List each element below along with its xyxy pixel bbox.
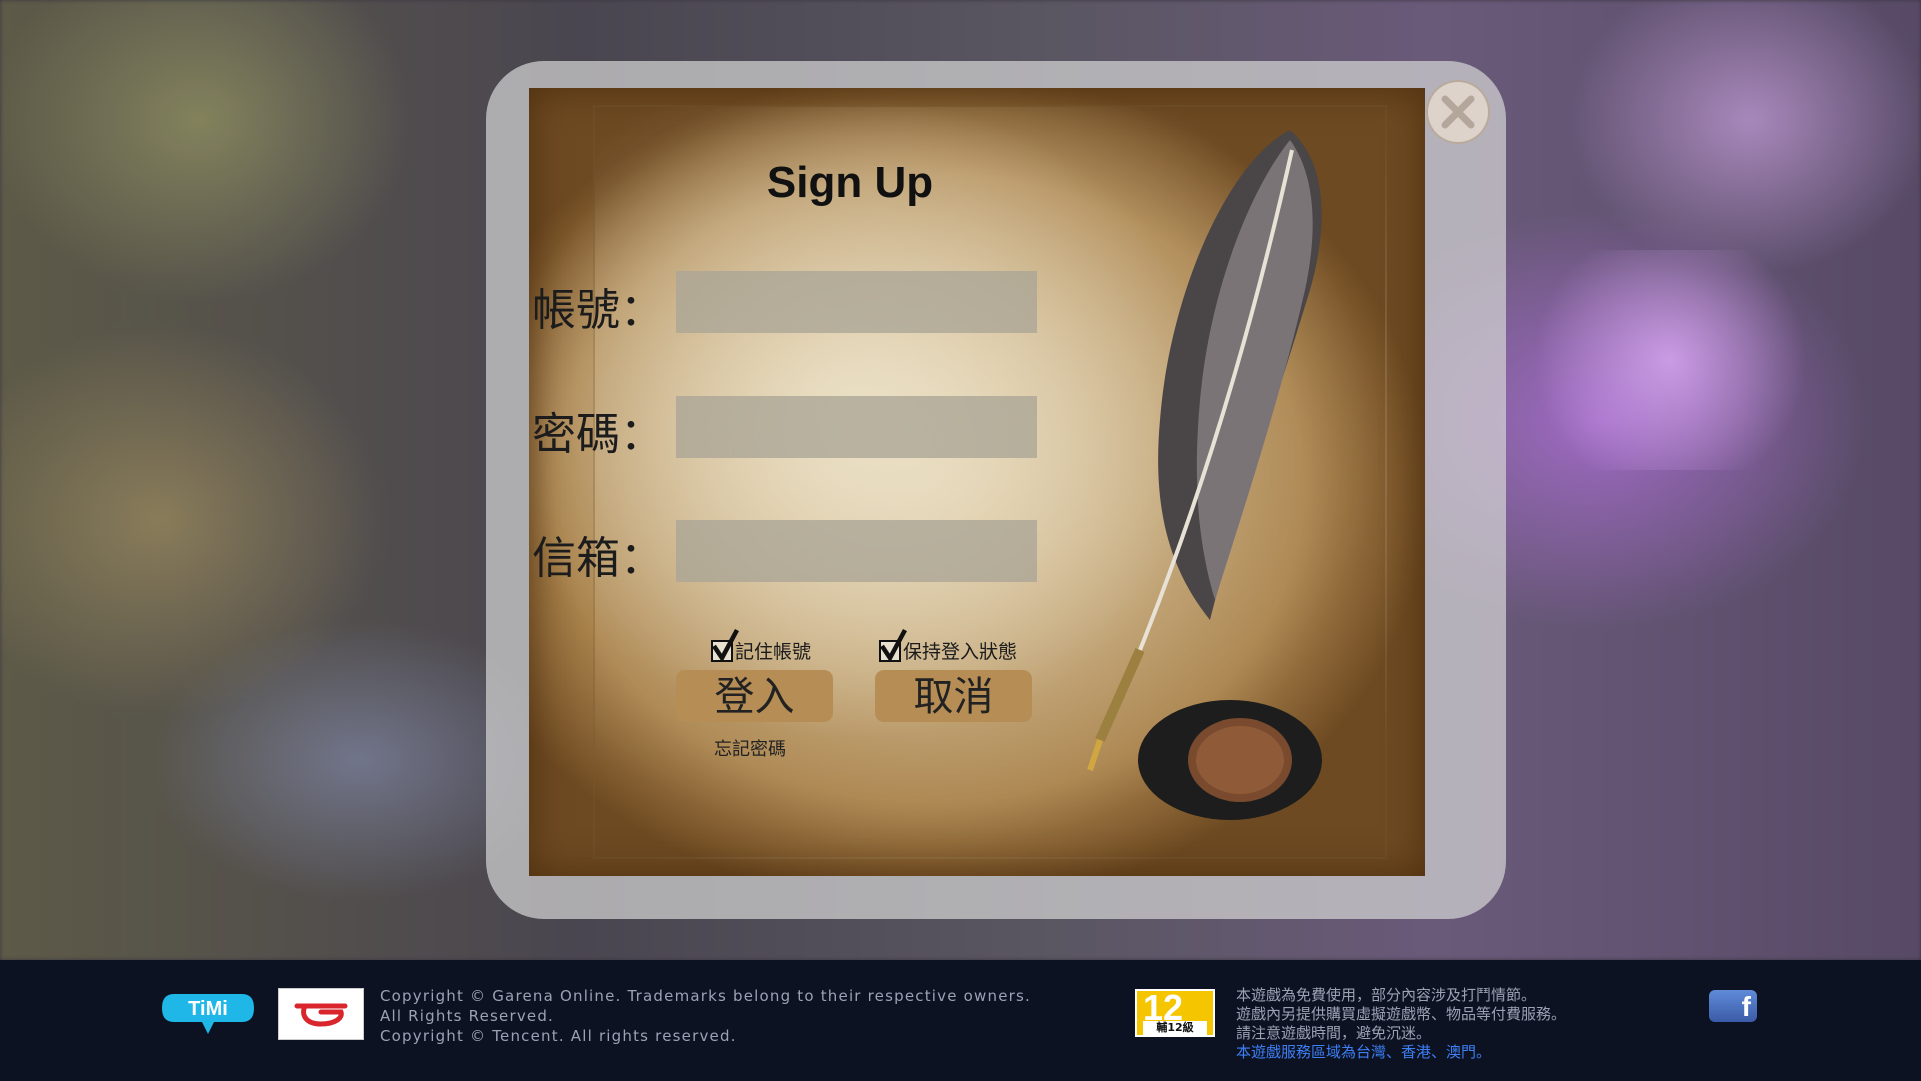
account-input[interactable]	[676, 271, 1037, 333]
keep-login-checkbox[interactable]: 保持登入狀態	[879, 628, 1018, 663]
remember-checkbox-box[interactable]	[711, 628, 739, 662]
keep-login-label: 保持登入狀態	[903, 641, 1018, 663]
copyright-line: Copyright © Garena Online. Trademarks be…	[380, 987, 1031, 1005]
remember-account-checkbox[interactable]: 記住帳號	[711, 628, 812, 663]
notice-line: 請注意遊戲時間，避免沉迷。	[1236, 1024, 1432, 1042]
rating-label: 輔12級	[1143, 1021, 1207, 1035]
game-notice: 本遊戲為免費使用，部分內容涉及打鬥情節。 遊戲內另提供購買虛擬遊戲幣、物品等付費…	[1236, 986, 1566, 1062]
timi-logo-text: TiMi	[188, 998, 228, 1020]
background-glow	[1510, 250, 1830, 470]
email-label: 信箱：	[532, 533, 664, 584]
notice-region: 本遊戲服務區域為台灣、香港、澳門。	[1236, 1043, 1492, 1061]
close-button[interactable]	[1426, 80, 1490, 144]
login-button[interactable]: 登入	[676, 670, 833, 722]
remember-account-label: 記住帳號	[735, 641, 812, 663]
notice-line: 遊戲內另提供購買虛擬遊戲幣、物品等付費服務。	[1236, 1005, 1567, 1023]
close-icon	[1441, 95, 1475, 129]
copyright-line: All Rights Reserved.	[380, 1007, 555, 1025]
copyright-line: Copyright © Tencent. All rights reserved…	[380, 1027, 737, 1045]
check-icon	[880, 628, 907, 662]
page-title: Sign Up	[766, 158, 934, 207]
garena-icon	[294, 1003, 348, 1027]
age-rating-badge: 12 輔12級	[1135, 987, 1215, 1037]
account-label: 帳號：	[532, 285, 664, 336]
cancel-button[interactable]: 取消	[875, 670, 1032, 722]
keep-login-checkbox-box[interactable]	[879, 628, 907, 662]
forgot-password-link[interactable]: 忘記密碼	[714, 735, 786, 761]
email-input[interactable]	[676, 520, 1037, 582]
garena-logo[interactable]	[278, 988, 364, 1040]
quill-icon	[1087, 130, 1322, 820]
notice-line: 本遊戲為免費使用，部分內容涉及打鬥情節。	[1236, 986, 1537, 1004]
password-label: 密碼：	[532, 409, 664, 460]
facebook-icon[interactable]: f	[1709, 990, 1757, 1022]
copyright-text: Copyright © Garena Online. Trademarks be…	[380, 986, 1031, 1046]
password-input[interactable]	[676, 396, 1037, 458]
check-icon	[712, 628, 739, 662]
timi-logo[interactable]: TiMi	[160, 988, 256, 1036]
